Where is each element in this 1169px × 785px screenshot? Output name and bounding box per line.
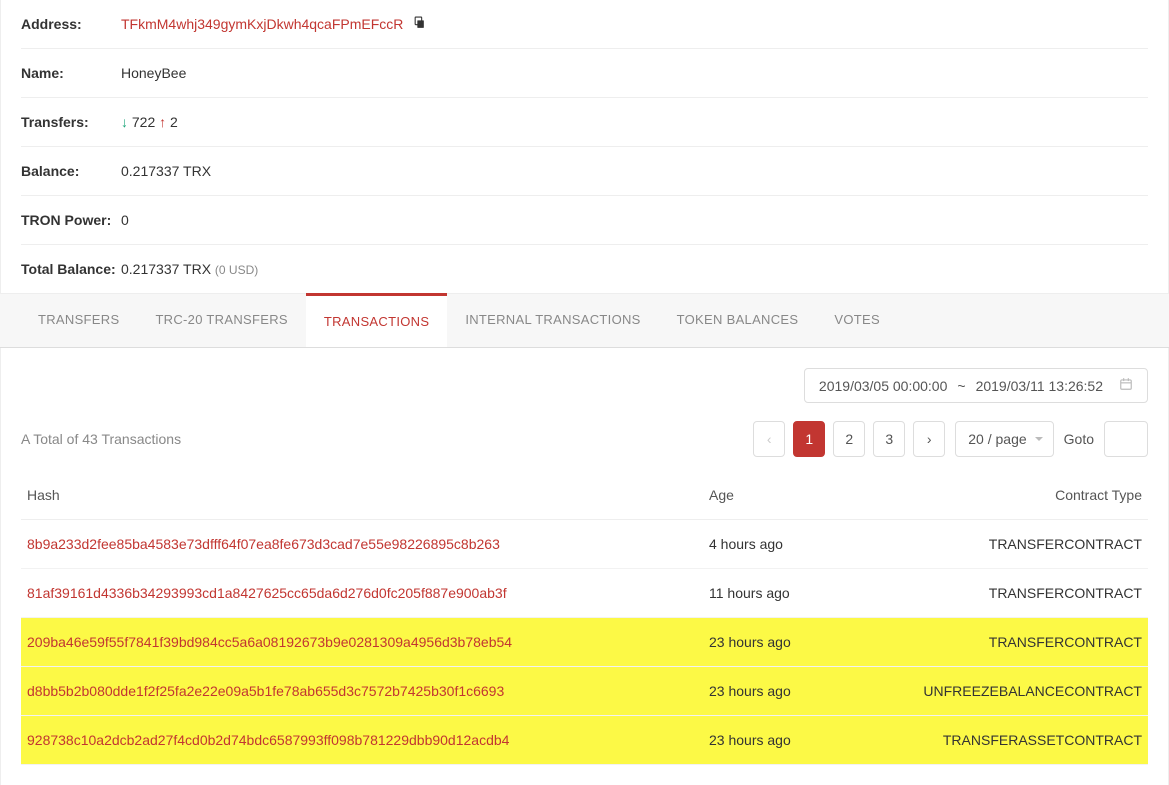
total-text: A Total of 43 Transactions — [21, 431, 181, 447]
cell-hash: 81af39161d4336b34293993cd1a8427625cc65da… — [21, 569, 703, 618]
chevron-right-icon: › — [927, 431, 932, 447]
copy-icon[interactable] — [413, 17, 426, 32]
hash-link[interactable]: 209ba46e59f55f7841f39bd984cc5a6a08192673… — [27, 634, 512, 650]
value-balance: 0.217337 TRX — [121, 163, 211, 179]
pager-prev[interactable]: ‹ — [753, 421, 785, 457]
cell-contract-type: UNFREEZEBALANCECONTRACT — [832, 667, 1148, 716]
tab-internal-transactions[interactable]: INTERNAL TRANSACTIONS — [447, 294, 658, 347]
tab-trc20-transfers[interactable]: TRC-20 TRANSFERS — [137, 294, 305, 347]
hash-link[interactable]: 928738c10a2dcb2ad27f4cd0b2d74bdc6587993f… — [27, 732, 509, 748]
page-size-value: 20 / page — [968, 431, 1026, 447]
cell-contract-type: TRANSFERCONTRACT — [832, 569, 1148, 618]
address-link[interactable]: TFkmM4whj349gymKxjDkwh4qcaFPmEFccR — [121, 16, 403, 32]
date-from: 2019/03/05 00:00:00 — [819, 378, 947, 394]
pager-page-1[interactable]: 1 — [793, 421, 825, 457]
label-name: Name: — [21, 65, 121, 81]
table-header-row: Hash Age Contract Type — [21, 469, 1148, 520]
table-row: 928738c10a2dcb2ad27f4cd0b2d74bdc6587993f… — [21, 716, 1148, 765]
detail-row-balance: Balance: 0.217337 TRX — [21, 147, 1148, 196]
table-row: 81af39161d4336b34293993cd1a8427625cc65da… — [21, 569, 1148, 618]
date-range-picker[interactable]: 2019/03/05 00:00:00 ~ 2019/03/11 13:26:5… — [804, 368, 1148, 403]
cell-hash: 8b9a233d2fee85ba4583e73dfff64f07ea8fe673… — [21, 520, 703, 569]
label-total-balance: Total Balance: — [21, 261, 121, 277]
transfers-out-count: 2 — [170, 114, 178, 130]
label-balance: Balance: — [21, 163, 121, 179]
chevron-left-icon: ‹ — [767, 431, 772, 447]
detail-row-transfers: Transfers: ↓ 722 ↑ 2 — [21, 98, 1148, 147]
hash-link[interactable]: 8b9a233d2fee85ba4583e73dfff64f07ea8fe673… — [27, 536, 500, 552]
pagination-controls: ‹ 1 2 3 › 20 / page Goto — [753, 421, 1148, 457]
transactions-panel: 2019/03/05 00:00:00 ~ 2019/03/11 13:26:5… — [0, 348, 1169, 785]
arrow-down-icon: ↓ — [121, 114, 128, 130]
label-address: Address: — [21, 16, 121, 32]
cell-contract-type: TRANSFERCONTRACT — [832, 618, 1148, 667]
transfers-in-count: 722 — [132, 114, 155, 130]
cell-contract-type: TRANSFERCONTRACT — [832, 520, 1148, 569]
goto-label: Goto — [1064, 431, 1094, 447]
value-transfers: ↓ 722 ↑ 2 — [121, 114, 178, 130]
label-transfers: Transfers: — [21, 114, 121, 130]
value-name: HoneyBee — [121, 65, 186, 81]
cell-age: 4 hours ago — [703, 520, 832, 569]
value-address: TFkmM4whj349gymKxjDkwh4qcaFPmEFccR — [121, 16, 426, 32]
col-contract-type: Contract Type — [832, 469, 1148, 520]
date-separator: ~ — [957, 378, 965, 394]
pager: ‹ 1 2 3 › — [753, 421, 945, 457]
col-age: Age — [703, 469, 832, 520]
total-balance-main: 0.217337 TRX — [121, 261, 211, 277]
detail-row-name: Name: HoneyBee — [21, 49, 1148, 98]
pager-page-3[interactable]: 3 — [873, 421, 905, 457]
hash-link[interactable]: 81af39161d4336b34293993cd1a8427625cc65da… — [27, 585, 507, 601]
value-tron-power: 0 — [121, 212, 129, 228]
summary-row: A Total of 43 Transactions ‹ 1 2 3 › 20 … — [21, 421, 1148, 457]
calendar-icon — [1119, 377, 1133, 394]
table-row: d8bb5b2b080dde1f2f25fa2e22e09a5b1fe78ab6… — [21, 667, 1148, 716]
cell-hash: 209ba46e59f55f7841f39bd984cc5a6a08192673… — [21, 618, 703, 667]
label-tron-power: TRON Power: — [21, 212, 121, 228]
total-balance-usd: (0 USD) — [215, 263, 258, 277]
col-hash: Hash — [21, 469, 703, 520]
account-details: Address: TFkmM4whj349gymKxjDkwh4qcaFPmEF… — [0, 0, 1169, 294]
hash-link[interactable]: d8bb5b2b080dde1f2f25fa2e22e09a5b1fe78ab6… — [27, 683, 504, 699]
tab-votes[interactable]: VOTES — [816, 294, 898, 347]
transactions-table: Hash Age Contract Type 8b9a233d2fee85ba4… — [21, 469, 1148, 765]
cell-age: 23 hours ago — [703, 667, 832, 716]
goto-input[interactable] — [1104, 421, 1148, 457]
cell-contract-type: TRANSFERASSETCONTRACT — [832, 716, 1148, 765]
value-total-balance: 0.217337 TRX (0 USD) — [121, 261, 258, 277]
detail-row-total-balance: Total Balance: 0.217337 TRX (0 USD) — [21, 245, 1148, 293]
cell-age: 23 hours ago — [703, 618, 832, 667]
date-to: 2019/03/11 13:26:52 — [976, 378, 1103, 394]
page-size-select[interactable]: 20 / page — [955, 421, 1053, 457]
table-row: 8b9a233d2fee85ba4583e73dfff64f07ea8fe673… — [21, 520, 1148, 569]
tab-transfers[interactable]: TRANSFERS — [20, 294, 137, 347]
cell-age: 23 hours ago — [703, 716, 832, 765]
tab-token-balances[interactable]: TOKEN BALANCES — [659, 294, 817, 347]
tab-transactions[interactable]: TRANSACTIONS — [306, 293, 447, 347]
cell-age: 11 hours ago — [703, 569, 832, 618]
detail-row-address: Address: TFkmM4whj349gymKxjDkwh4qcaFPmEF… — [21, 0, 1148, 49]
table-row: 209ba46e59f55f7841f39bd984cc5a6a08192673… — [21, 618, 1148, 667]
tabs-bar: TRANSFERS TRC-20 TRANSFERS TRANSACTIONS … — [0, 294, 1169, 348]
arrow-up-icon: ↑ — [159, 114, 166, 130]
cell-hash: 928738c10a2dcb2ad27f4cd0b2d74bdc6587993f… — [21, 716, 703, 765]
pager-next[interactable]: › — [913, 421, 945, 457]
detail-row-tron-power: TRON Power: 0 — [21, 196, 1148, 245]
cell-hash: d8bb5b2b080dde1f2f25fa2e22e09a5b1fe78ab6… — [21, 667, 703, 716]
toolbar: 2019/03/05 00:00:00 ~ 2019/03/11 13:26:5… — [21, 368, 1148, 403]
pager-page-2[interactable]: 2 — [833, 421, 865, 457]
